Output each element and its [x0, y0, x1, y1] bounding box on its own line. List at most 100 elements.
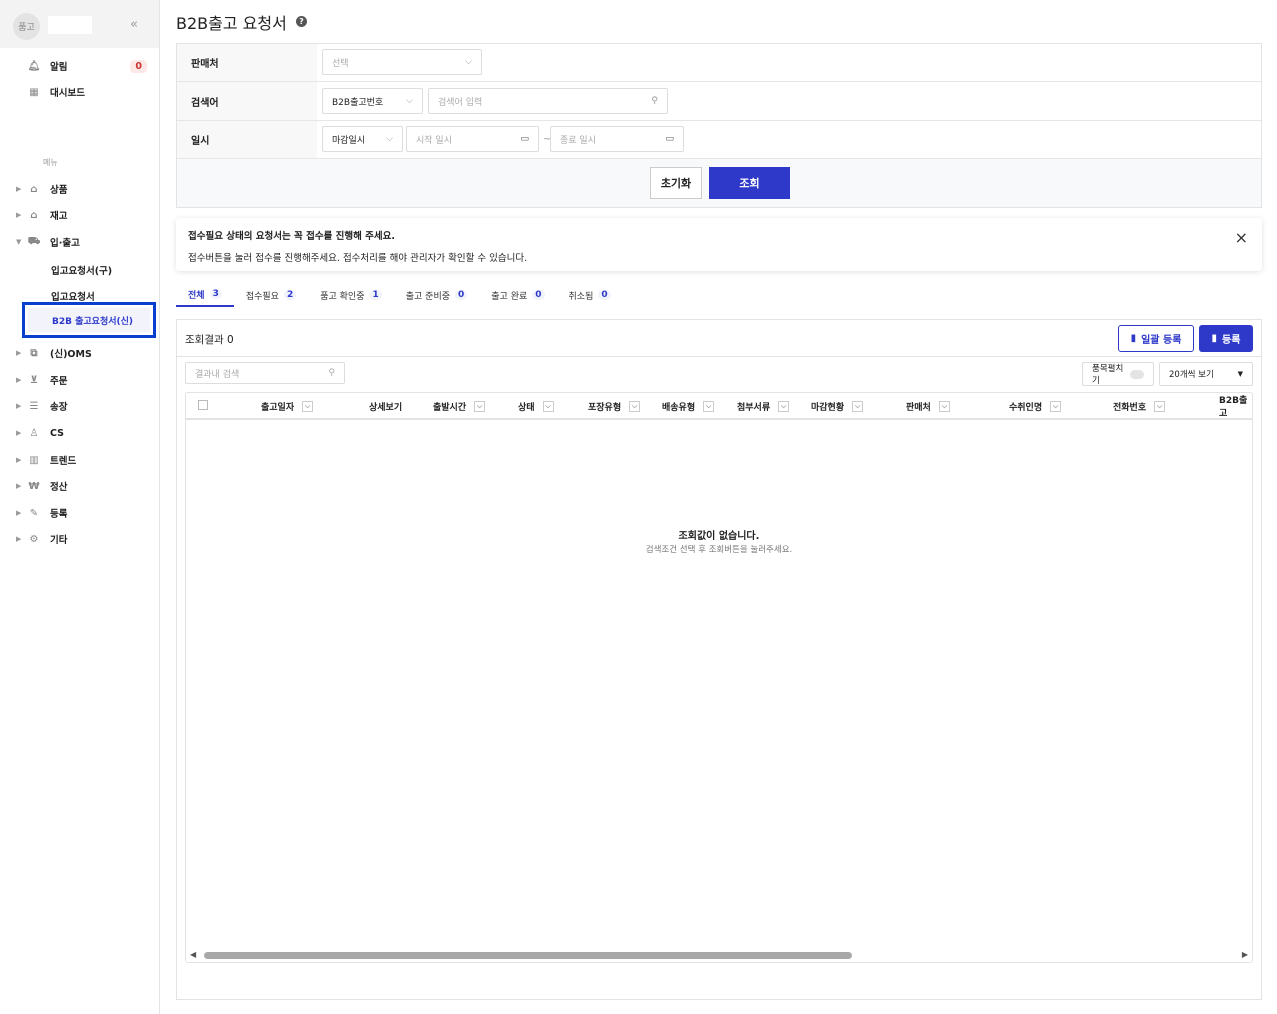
column-filter-icon[interactable]: ⌵ [938, 400, 950, 412]
caret-right-icon: ▶ [16, 402, 22, 410]
label: 재고 [50, 211, 68, 222]
sidebar-item[interactable]: ▶ ₩ 정산 [0, 475, 159, 497]
column-header[interactable]: 첨부서류 ⌵ [737, 393, 790, 419]
value: 마감일시 [332, 135, 366, 146]
column-header[interactable]: 수취인명 ⌵ [1009, 393, 1062, 419]
keyword-input[interactable]: 검색어 입력 ⚲ [428, 88, 668, 114]
column-filter-icon[interactable]: ⌵ [1050, 400, 1062, 412]
tab[interactable]: 전체 3 [176, 283, 234, 307]
help-icon[interactable]: ? [296, 16, 307, 27]
column-filter-icon[interactable]: ⌵ [778, 400, 790, 412]
empty-title: 조회값이 없습니다. [678, 531, 760, 542]
column-header[interactable]: 상태 ⌵ [518, 393, 554, 419]
tab[interactable]: 품고 확인중 1 [308, 283, 394, 307]
person-icon: ♙ [29, 427, 39, 439]
column-header[interactable]: 출발시간 ⌵ [433, 393, 486, 419]
keyword-label: 검색어 [177, 82, 317, 120]
end-date-input[interactable]: 종료 일시 ▭ [550, 126, 684, 152]
column-filter-icon[interactable]: ⌵ [852, 400, 864, 412]
sidebar-item[interactable]: ▶ ⌂ 재고 [0, 204, 159, 226]
search-button[interactable]: 조회 [709, 167, 790, 199]
tab[interactable]: 취소됨 0 [557, 283, 623, 307]
seller-select[interactable]: 선택 ⌵ [322, 49, 482, 75]
label: 입·출고 [50, 238, 80, 249]
sidebar-item[interactable]: ▶ ▥ 트렌드 [0, 449, 159, 471]
status-tabs: 전체 3 접수필요 2 품고 확인중 1 출고 준비중 0 출고 완료 0 취소됨 0 [176, 283, 623, 307]
close-icon[interactable]: × [1235, 228, 1248, 247]
label: 상품 [50, 185, 68, 196]
truck-icon: ⛟ [27, 235, 41, 247]
sidebar-item[interactable]: ▼ ⛟ 입·출고 [0, 231, 159, 253]
subitem-inbound[interactable]: 입고요청서 [51, 289, 95, 303]
tab[interactable]: 출고 준비중 0 [394, 283, 480, 307]
column-filter-icon[interactable]: ⌵ [542, 400, 554, 412]
column-label: 상태 [518, 402, 535, 413]
page-size-select[interactable]: 20개씩 보기 ▼ [1159, 362, 1253, 386]
bell-icon: 🔔︎ [27, 60, 41, 72]
tab-count: 2 [283, 290, 297, 300]
scroll-left-icon[interactable]: ◀ [190, 950, 196, 959]
bag-icon: ⌂ [30, 183, 38, 195]
expand-items-toggle[interactable]: 품목펼치기 [1082, 362, 1154, 386]
tab[interactable]: 접수필요 2 [234, 283, 308, 307]
file-plus-icon: ▮ [1211, 333, 1218, 344]
column-filter-icon[interactable]: ⌵ [474, 400, 486, 412]
result-search-input[interactable]: 결과내 검색 ⚲ [185, 362, 345, 384]
label: CS [50, 427, 64, 439]
bulk-register-button[interactable]: ▮ 일괄 등록 [1118, 325, 1194, 352]
label: 송장 [50, 402, 68, 413]
start-date-input[interactable]: 시작 일시 ▭ [406, 126, 539, 152]
column-filter-icon[interactable]: ⌵ [302, 400, 314, 412]
column-header[interactable]: 판매처 ⌵ [906, 393, 950, 419]
sidebar-item[interactable]: ▶ ✎ 등록 [0, 502, 159, 524]
sidebar-item-dashboard[interactable]: ▦ 대시보드 [0, 81, 159, 103]
column-header[interactable]: 출고일자 ⌵ [261, 393, 314, 419]
subitem-inbound-old[interactable]: 입고요청서(구) [51, 263, 112, 277]
select-all-checkbox[interactable] [198, 400, 208, 410]
scrollbar-thumb[interactable] [204, 952, 852, 959]
column-header[interactable]: 상세보기 [369, 393, 402, 419]
column-filter-icon[interactable]: ⌵ [703, 400, 715, 412]
avatar: 품고 [13, 13, 40, 40]
collapse-sidebar-icon[interactable]: « [130, 17, 138, 32]
column-header[interactable]: 포장유형 ⌵ [588, 393, 641, 419]
column-filter-icon[interactable]: ⌵ [1154, 400, 1166, 412]
column-header[interactable]: B2B출고 [1219, 393, 1252, 419]
column-header[interactable]: 마감현황 ⌵ [811, 393, 864, 419]
won-icon: ₩ [28, 480, 40, 492]
sidebar-item-alerts[interactable]: 🔔︎ 알림 0 [0, 55, 159, 77]
sidebar-item[interactable]: ▶ ⚙ 기타 [0, 528, 159, 550]
placeholder: 종료 일시 [560, 135, 596, 146]
seller-label: 판매처 [177, 44, 317, 81]
caret-down-icon: ▼ [16, 238, 22, 246]
calendar-icon[interactable]: ▭ [665, 134, 674, 144]
reset-button[interactable]: 초기화 [650, 167, 702, 199]
sidebar-item[interactable]: ▶ ⊻ 주문 [0, 369, 159, 391]
calendar-icon[interactable]: ▭ [520, 134, 529, 144]
sidebar-item[interactable]: ▶ ♙ CS [0, 422, 159, 444]
tab-label: 품고 확인중 [320, 291, 365, 302]
column-header[interactable]: 전화번호 ⌵ [1113, 393, 1166, 419]
notice-line-1: 접수필요 상태의 요청서는 꼭 접수를 진행해 주세요. [188, 231, 395, 242]
label: 정산 [50, 482, 68, 493]
sidebar-item[interactable]: ▶ ☰ 송장 [0, 395, 159, 417]
toggle-switch[interactable] [1130, 369, 1144, 379]
column-label: 상세보기 [369, 402, 403, 413]
sidebar-item[interactable]: ▶ ⧉ (신)OMS [0, 342, 159, 364]
tab[interactable]: 출고 완료 0 [479, 283, 556, 307]
subitem-b2b-outbound-selected[interactable]: B2B 출고요청서(신) [22, 302, 156, 338]
file-icon: ▮ [1130, 333, 1137, 344]
horizontal-scrollbar[interactable]: ◀ ▶ [186, 949, 1252, 962]
notice-line-2: 접수버튼을 눌러 접수를 진행해주세요. 접수처리를 해야 관리자가 확인할 수… [188, 253, 528, 264]
register-button[interactable]: ▮ 등록 [1199, 325, 1253, 352]
column-filter-icon[interactable]: ⌵ [629, 400, 641, 412]
gear-icon: ⚙ [29, 533, 39, 545]
tab-count: 0 [455, 290, 468, 300]
scroll-right-icon[interactable]: ▶ [1242, 950, 1248, 959]
column-header[interactable]: 배송유형 ⌵ [662, 393, 715, 419]
date-type-select[interactable]: 마감일시 ⌵ [322, 126, 403, 152]
keyword-type-select[interactable]: B2B출고번호 ⌵ [322, 88, 423, 114]
sidebar-item[interactable]: ▶ ⌂ 상품 [0, 178, 159, 200]
label: B2B 출고요청서(신) [28, 308, 150, 332]
tab-label: 출고 준비중 [405, 291, 451, 302]
